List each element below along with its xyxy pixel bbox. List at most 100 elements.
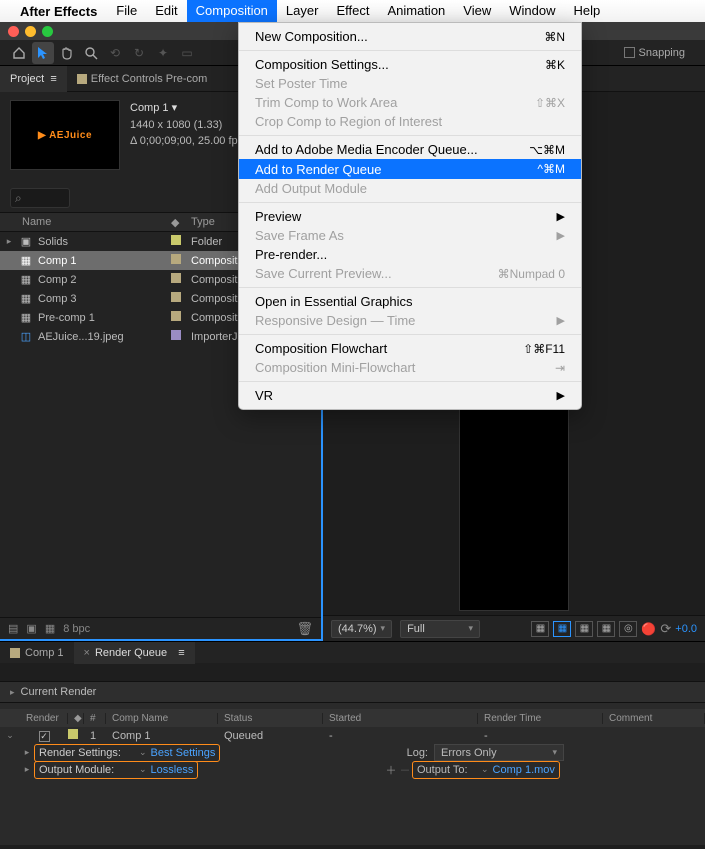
output-to-row: ＋ － Output To: ⌄ Comp 1.mov: [384, 761, 705, 778]
home-button[interactable]: [8, 42, 30, 64]
output-module-highlight: Output Module: ⌄ Lossless: [34, 761, 198, 779]
render-settings-link[interactable]: Best Settings: [151, 747, 216, 759]
remove-output-icon[interactable]: －: [398, 762, 412, 778]
menu-item[interactable]: Pre-render...: [239, 245, 581, 264]
col-status[interactable]: Status: [218, 713, 323, 724]
col-num[interactable]: #: [84, 713, 106, 724]
menu-window[interactable]: Window: [500, 0, 564, 22]
thumb-logo: ▶ AEJuice: [38, 130, 92, 141]
output-to-link[interactable]: Comp 1.mov: [493, 764, 555, 776]
output-module-link[interactable]: Lossless: [151, 764, 194, 776]
menu-help[interactable]: Help: [564, 0, 609, 22]
col-comment[interactable]: Comment: [603, 713, 705, 724]
menu-item[interactable]: New Composition...⌘N: [239, 27, 581, 46]
disclosure-icon[interactable]: ⌄: [0, 730, 20, 741]
dropdown-icon[interactable]: ⌄: [139, 747, 147, 758]
close-tab-icon[interactable]: ×: [84, 642, 90, 664]
log-dropdown[interactable]: Errors Only▾: [434, 744, 564, 761]
rq-item-row[interactable]: ⌄ ✓ 1 Comp 1 Queued - -: [0, 727, 705, 744]
rect-tool[interactable]: ▭: [176, 42, 198, 64]
tag-swatch: [171, 330, 181, 340]
orbit-tool[interactable]: ⟲: [104, 42, 126, 64]
menu-item[interactable]: Add to Render Queue^⌘M: [239, 159, 581, 179]
new-folder-icon[interactable]: ▣: [26, 622, 36, 635]
col-rendertime[interactable]: Render Time: [478, 713, 603, 724]
comp-tag-icon: [10, 648, 20, 658]
menu-layer[interactable]: Layer: [277, 0, 328, 22]
col-tag[interactable]: ◆: [171, 216, 191, 229]
col-render[interactable]: Render: [20, 713, 68, 724]
transparency-grid-icon[interactable]: ▦: [531, 621, 549, 637]
dropdown-icon[interactable]: ⌄: [481, 764, 489, 775]
viewer-footer: (44.7%)▾ Full▾ ▦ ▦ ▦ ▦ ◎ 🔴 ⟳ +0.0: [323, 615, 705, 641]
selected-comp-title[interactable]: Comp 1 ▾: [130, 100, 243, 117]
reset-icon[interactable]: ⟳: [660, 621, 671, 637]
snapping-toggle[interactable]: Snapping: [624, 47, 686, 59]
jpeg-icon: ◫: [18, 331, 34, 343]
bpc-toggle[interactable]: 8 bpc: [63, 623, 90, 635]
col-compname[interactable]: Comp Name: [106, 713, 218, 724]
output-module-row: ▸ Output Module: ⌄ Lossless: [0, 761, 384, 778]
render-checkbox[interactable]: ✓: [39, 731, 50, 742]
menu-item: Save Frame As▶: [239, 226, 581, 245]
menu-view[interactable]: View: [454, 0, 500, 22]
comp-thumbnail[interactable]: ▶ AEJuice: [10, 100, 120, 170]
comp-duration: Δ 0;00;09;00, 25.00 fps: [130, 133, 243, 150]
menu-composition[interactable]: Composition: [187, 0, 277, 22]
log-label: Log:: [384, 747, 434, 759]
tag-swatch: [171, 292, 181, 302]
comp-tag-icon: [77, 74, 87, 84]
disclosure-icon[interactable]: ▸: [20, 764, 34, 775]
current-render-row[interactable]: ▸ Current Render: [0, 681, 705, 703]
menu-item[interactable]: Open in Essential Graphics: [239, 292, 581, 311]
menu-item[interactable]: Composition Settings...⌘K: [239, 55, 581, 74]
add-output-icon[interactable]: ＋: [384, 762, 398, 778]
anchor-tool[interactable]: ✦: [152, 42, 174, 64]
menu-file[interactable]: File: [107, 0, 146, 22]
menu-item[interactable]: Preview▶: [239, 207, 581, 226]
macos-menubar: After Effects File Edit Composition Laye…: [0, 0, 705, 22]
dropdown-icon[interactable]: ⌄: [139, 764, 147, 775]
target-icon[interactable]: ◎: [619, 621, 637, 637]
trash-icon[interactable]: 🗑: [296, 621, 313, 637]
grid-icon[interactable]: ▦: [597, 621, 615, 637]
mask-icon[interactable]: ▦: [553, 621, 571, 637]
zoom-tool[interactable]: [80, 42, 102, 64]
guides-icon[interactable]: ▦: [575, 621, 593, 637]
interpret-footage-icon[interactable]: ▤: [8, 622, 18, 635]
rotate-tool[interactable]: ↻: [128, 42, 150, 64]
menu-item[interactable]: VR▶: [239, 386, 581, 405]
menu-item: Composition Mini-Flowchart⇥: [239, 358, 581, 377]
zoom-window-button[interactable]: [42, 26, 53, 37]
render-queue-panel: ▸ Current Render Render ◆ # Comp Name St…: [0, 681, 705, 845]
project-footer: ▤ ▣ ▦ 8 bpc 🗑: [0, 617, 321, 641]
selection-tool[interactable]: [32, 42, 54, 64]
app-name[interactable]: After Effects: [20, 4, 97, 19]
col-name[interactable]: Name: [18, 216, 171, 228]
tab-project[interactable]: Project ≡: [0, 66, 67, 92]
log-row: Log: Errors Only▾: [384, 744, 705, 761]
menu-animation[interactable]: Animation: [378, 0, 454, 22]
disclosure-icon[interactable]: ▸: [10, 687, 15, 698]
tab-render-queue[interactable]: × Render Queue ≡: [74, 642, 195, 664]
tab-effect-controls[interactable]: Effect Controls Pre-com: [67, 66, 218, 92]
hand-tool[interactable]: [56, 42, 78, 64]
new-comp-icon[interactable]: ▦: [45, 622, 55, 635]
minimize-window-button[interactable]: [25, 26, 36, 37]
color-icon[interactable]: 🔴: [641, 622, 656, 636]
snapping-label: Snapping: [639, 47, 686, 59]
col-started[interactable]: Started: [323, 713, 478, 724]
close-window-button[interactable]: [8, 26, 19, 37]
project-search[interactable]: ⌕: [10, 188, 70, 208]
resolution-dropdown[interactable]: Full▾: [400, 620, 480, 638]
zoom-dropdown[interactable]: (44.7%)▾: [331, 620, 392, 638]
menu-edit[interactable]: Edit: [146, 0, 186, 22]
exposure-value[interactable]: +0.0: [675, 623, 697, 635]
menu-effect[interactable]: Effect: [327, 0, 378, 22]
snapping-checkbox[interactable]: [624, 47, 635, 58]
comp-icon: ▦: [18, 312, 34, 324]
tab-timeline-comp1[interactable]: Comp 1: [0, 642, 74, 664]
menu-item[interactable]: Composition Flowchart⇧⌘F11: [239, 339, 581, 358]
disclosure-icon[interactable]: ▸: [20, 747, 34, 758]
menu-item[interactable]: Add to Adobe Media Encoder Queue...⌥⌘M: [239, 140, 581, 159]
